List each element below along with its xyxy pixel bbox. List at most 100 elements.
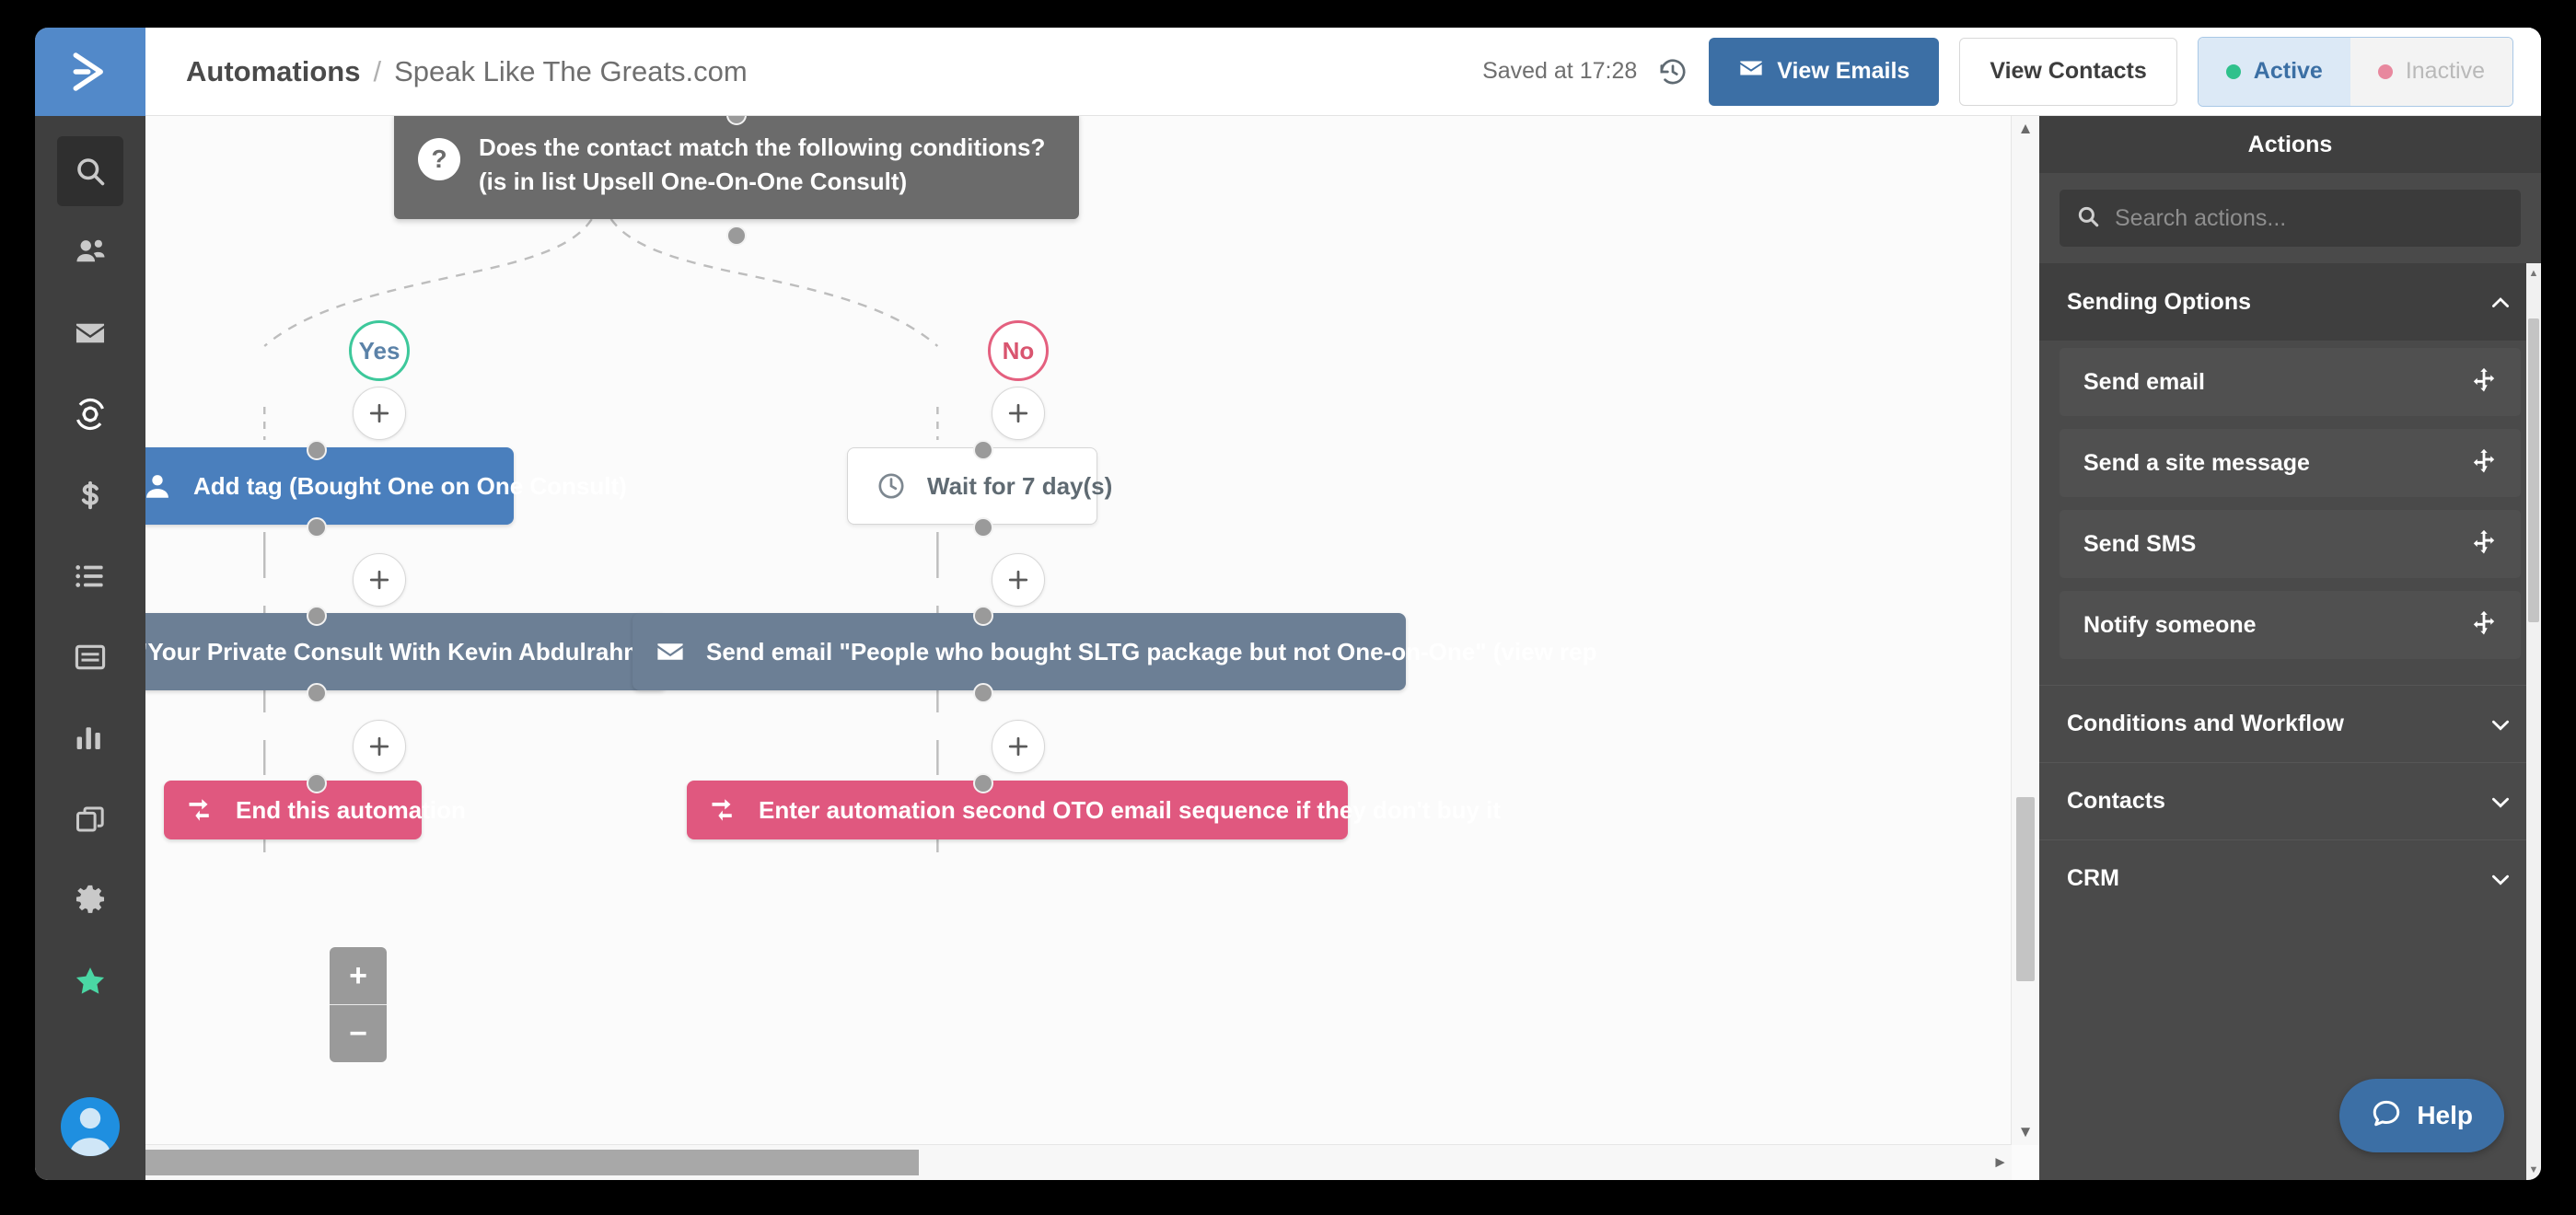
move-handle-icon[interactable] [2471,366,2497,399]
move-handle-icon[interactable] [2471,609,2497,642]
add-step-button[interactable] [353,553,406,607]
actions-accordion: Sending Options Send email Send a site m… [2039,263,2541,1180]
sidebar-item-favorites[interactable] [57,946,123,1016]
action-item-send-sms[interactable]: Send SMS [2060,510,2521,578]
inactive-status-dot [2377,64,2393,79]
add-tag-node-label: Add tag (Bought One on One Consult) [193,471,627,500]
envelope-icon [1738,55,1764,87]
view-emails-button[interactable]: View Emails [1709,37,1940,106]
add-step-button[interactable] [992,720,1045,773]
section-title: Conditions and Workflow [2067,711,2344,736]
automation-canvas[interactable]: ? Does the contact match the following c… [145,116,2039,1180]
status-toggle: Active Inactive [2197,36,2513,107]
application-window: Automations / Speak Like The Greats.com … [35,28,2541,1180]
move-handle-icon[interactable] [2471,528,2497,561]
view-contacts-button[interactable]: View Contacts [1959,37,2177,106]
activecampaign-logo-icon[interactable] [35,28,145,116]
canvas-vertical-scrollbar[interactable]: ▲ ▼ [2011,116,2039,1145]
action-item-notify-someone[interactable]: Notify someone [2060,591,2521,659]
scroll-down-icon[interactable]: ▼ [2526,1162,2541,1178]
screen-background: Automations / Speak Like The Greats.com … [0,0,2576,1215]
status-active-button[interactable]: Active [2198,37,2350,106]
chevron-down-icon [2488,712,2513,737]
status-inactive-label: Inactive [2405,58,2485,84]
section-header-contacts[interactable]: Contacts [2039,762,2541,839]
node-port-bottom [973,683,993,703]
action-item-label: Notify someone [2083,611,2257,638]
scroll-right-icon[interactable]: ► [1992,1145,2008,1180]
canvas-horizontal-scrollbar[interactable]: ► [145,1144,2012,1180]
move-handle-icon[interactable] [2471,447,2497,480]
panel-scrollbar[interactable]: ▲ ▼ [2526,263,2541,1180]
branch-no-label: No [1002,336,1035,364]
condition-node[interactable]: ? Does the contact match the following c… [394,116,1079,219]
help-button[interactable]: Help [2339,1079,2504,1152]
status-active-label: Active [2253,58,2323,84]
action-item-send-email[interactable]: Send email [2060,348,2521,416]
section-title: Contacts [2067,788,2165,814]
branch-yes[interactable]: Yes [349,320,410,381]
zoom-in-button[interactable]: + [330,947,387,1004]
send-email-node-right-label: Send email "People who bought SLTG packa… [706,637,1597,665]
action-item-send-a-site-message[interactable]: Send a site message [2060,429,2521,497]
section-header-conditions-and-workflow[interactable]: Conditions and Workflow [2039,685,2541,762]
node-port-bottom [726,226,747,246]
section-title: Sending Options [2067,289,2251,315]
exchange-arrows-icon [186,796,215,824]
status-inactive-button[interactable]: Inactive [2350,37,2512,106]
node-port-bottom [307,683,327,703]
vertical-scroll-thumb[interactable] [2016,797,2035,981]
node-port-top [307,606,327,626]
help-label: Help [2417,1101,2473,1129]
user-avatar-icon[interactable] [61,1097,120,1156]
sidebar-item-forms[interactable] [57,622,123,692]
sidebar-item-search[interactable] [57,136,123,206]
sidebar-item-campaigns[interactable] [57,298,123,368]
sidebar-item-reports[interactable] [57,703,123,773]
send-email-node-right[interactable]: Send email "People who bought SLTG packa… [632,613,1596,690]
sidebar-item-settings[interactable] [57,865,123,935]
node-port-top [973,606,993,626]
node-port-top [973,773,993,793]
sidebar-item-lists[interactable] [57,541,123,611]
send-email-node-left[interactable]: "Your Private Consult With Kevin Abdulra… [145,613,848,690]
scroll-up-icon[interactable]: ▲ [2526,265,2541,282]
wait-node[interactable]: Wait for 7 day(s) [847,447,1112,525]
sidebar-item-contacts[interactable] [57,217,123,287]
header-actions: Saved at 17:28 View Emails View Contacts [1482,36,2513,107]
node-port-top [307,773,327,793]
end-automation-node[interactable]: End this automation [164,781,466,839]
horizontal-scroll-thumb[interactable] [145,1150,919,1175]
view-emails-label: View Emails [1777,58,1910,84]
actions-panel-title: Actions [2039,116,2541,173]
view-contacts-label: View Contacts [1990,58,2147,84]
automation-flow-board: ? Does the contact match the following c… [145,116,2039,1180]
add-step-button[interactable] [353,387,406,440]
breadcrumb-leaf: Speak Like The Greats.com [394,54,748,87]
add-step-button[interactable] [353,720,406,773]
panel-scroll-thumb[interactable] [2528,318,2539,622]
node-port-bottom [973,517,993,538]
actions-panel: Actions Sending Options [2039,116,2541,1180]
left-nav-rail [35,28,145,1180]
enter-automation-node[interactable]: Enter automation second OTO email sequen… [687,781,1501,839]
search-input[interactable] [2113,203,2504,233]
sidebar-item-templates[interactable] [57,784,123,854]
section-header-sending-options[interactable]: Sending Options [2039,263,2541,341]
scroll-up-icon[interactable]: ▲ [2012,116,2039,142]
action-item-label: Send a site message [2083,449,2310,476]
zoom-out-button[interactable]: − [330,1004,387,1062]
add-tag-node[interactable]: Add tag (Bought One on One Consult) [145,447,627,525]
sidebar-item-automations[interactable] [57,379,123,449]
sidebar-item-deals[interactable] [57,460,123,530]
add-step-button[interactable] [992,553,1045,607]
scroll-down-icon[interactable]: ▼ [2012,1119,2039,1145]
branch-no[interactable]: No [988,320,1049,381]
add-step-button[interactable] [992,387,1045,440]
section-header-crm[interactable]: CRM [2039,839,2541,917]
history-clock-icon[interactable] [1657,56,1688,87]
chevron-down-icon [2488,789,2513,815]
breadcrumb-root[interactable]: Automations [186,55,360,88]
chevron-down-icon [2488,866,2513,892]
actions-search-box[interactable] [2060,190,2521,247]
